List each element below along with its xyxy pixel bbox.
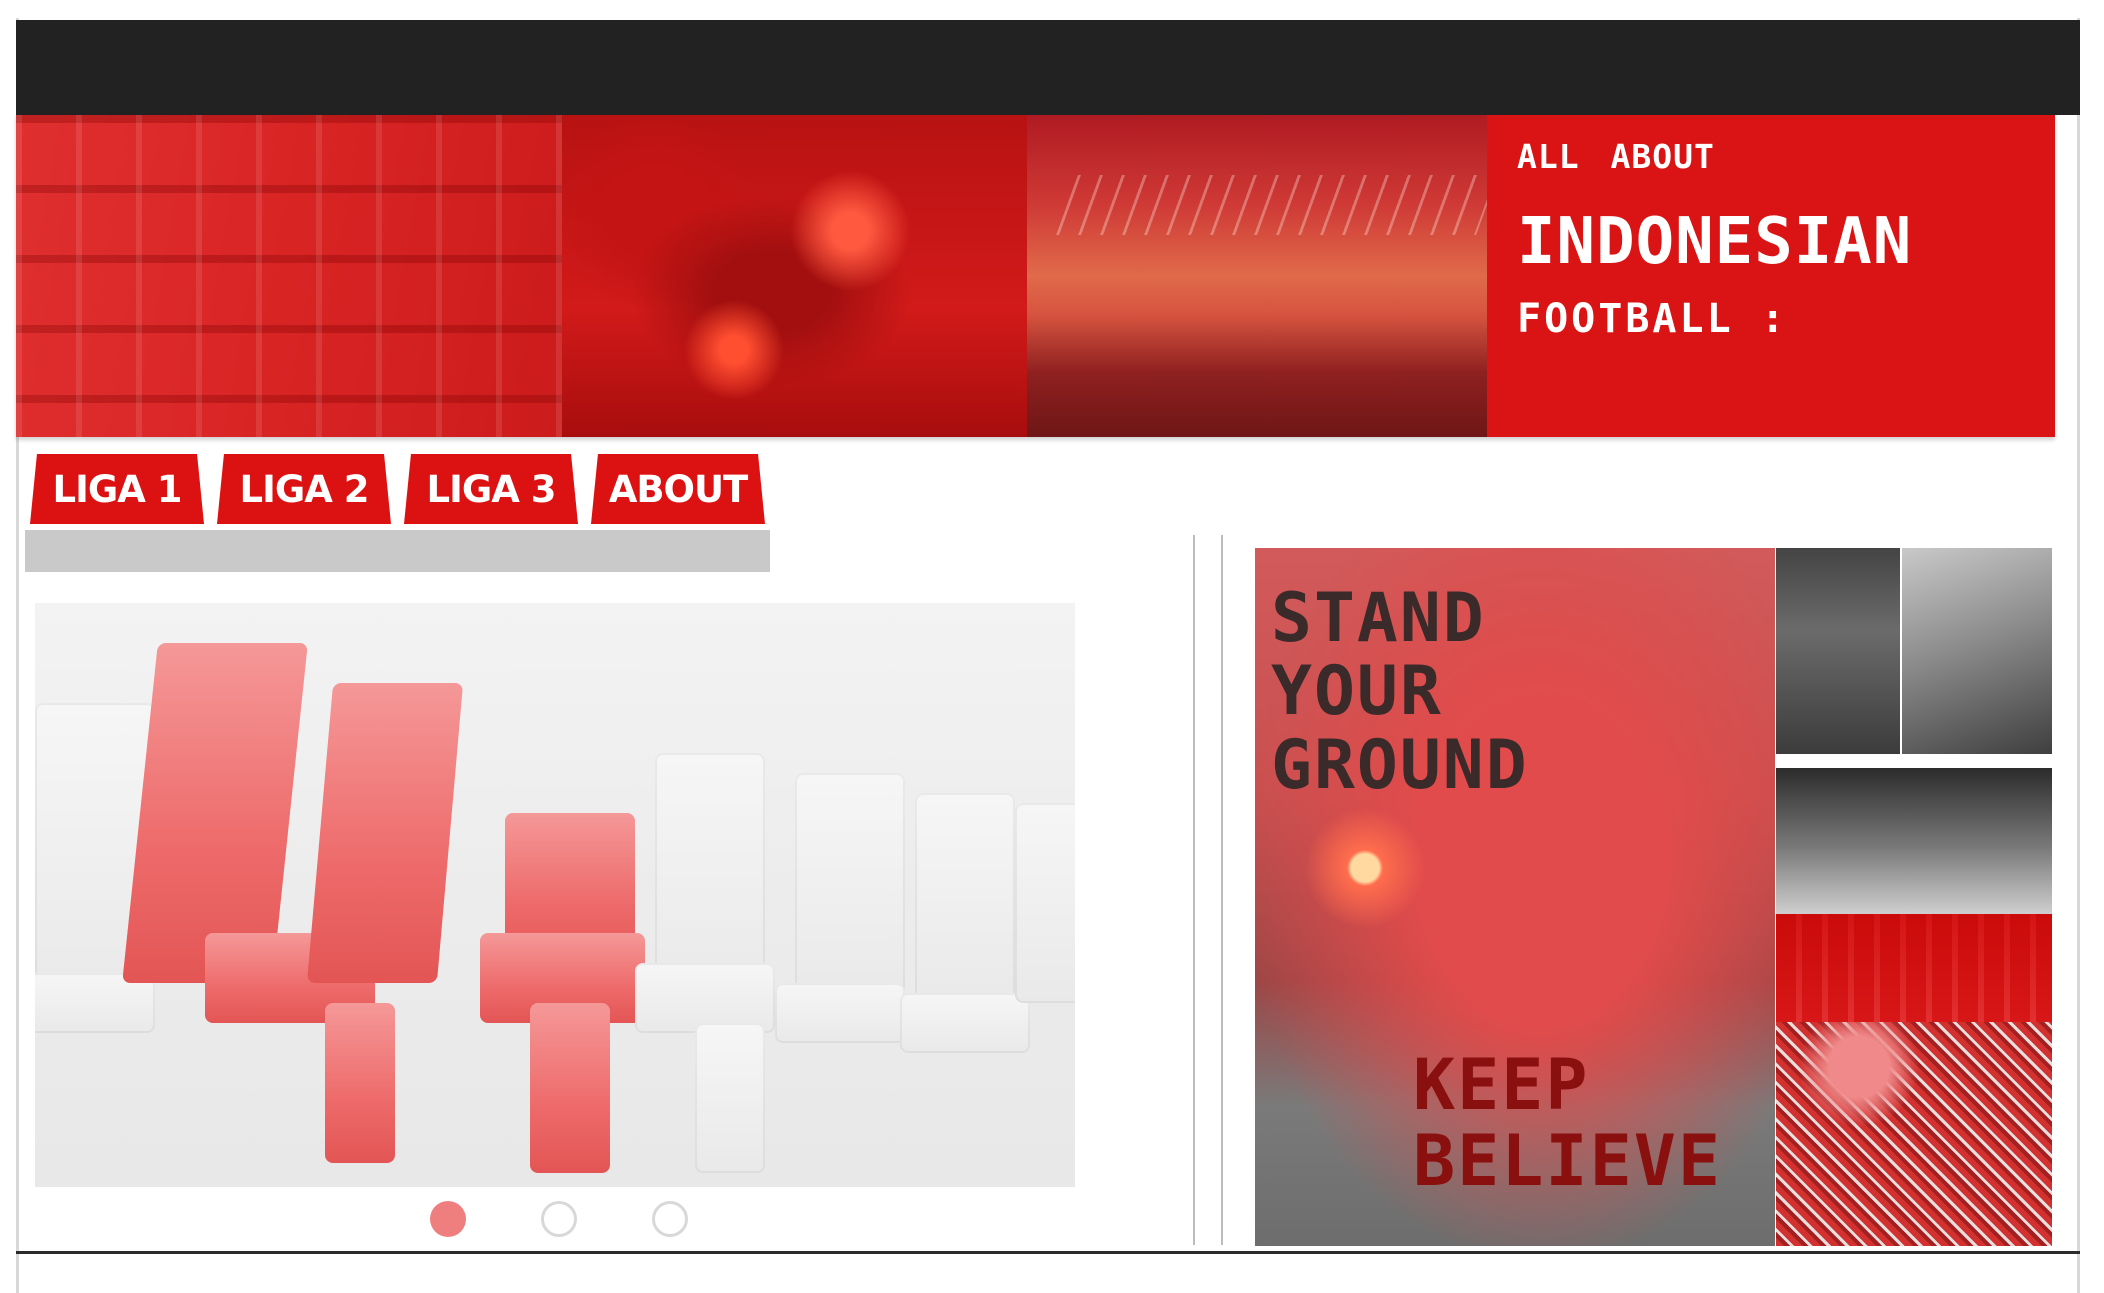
collage-photo: [1776, 914, 2052, 1022]
poster-tagline: KEEP BELIEVE: [1413, 1044, 1723, 1202]
slider-dot-1[interactable]: [430, 1201, 466, 1237]
column-divider: [1221, 535, 1223, 1245]
site-title-line-1: ALL ABOUT: [1517, 137, 1715, 176]
slider-seat-red: [306, 683, 464, 983]
photo-collage: [1776, 548, 2052, 1246]
tab-liga-1[interactable]: LIGA 1: [30, 454, 204, 524]
column-divider: [1193, 535, 1195, 1245]
tab-liga-3[interactable]: LIGA 3: [404, 454, 578, 524]
slider-seat-grey: [1015, 803, 1075, 1003]
collage-photo: [1776, 768, 2052, 914]
slider-seat-grey: [775, 983, 905, 1043]
slider-dot-2[interactable]: [541, 1201, 577, 1237]
site-title-line-2: INDONESIAN: [1517, 205, 1913, 279]
nav-underline-bar: [25, 530, 770, 572]
slider-dot-3[interactable]: [652, 1201, 688, 1237]
main-nav: LIGA 1 LIGA 2 LIGA 3 ABOUT: [30, 454, 765, 524]
slider-seat-grey: [655, 753, 765, 993]
collage-photo: [1902, 548, 2052, 754]
image-slider[interactable]: [35, 603, 1075, 1187]
slider-seat-red: [122, 643, 308, 983]
collage-photo: [1776, 548, 1900, 754]
tab-liga-2[interactable]: LIGA 2: [217, 454, 391, 524]
slider-seat-grey: [795, 773, 905, 1003]
tab-about[interactable]: ABOUT: [591, 454, 765, 524]
slider-seat-grey: [695, 1023, 765, 1173]
slider-seat-red: [325, 1003, 395, 1163]
header-photo-stadium: [1027, 115, 1487, 437]
site-header: ALL ABOUT INDONESIAN FOOTBALL :: [16, 115, 2055, 437]
poster-headline: STAND YOUR GROUND: [1271, 579, 1529, 805]
collage-photo: [1776, 1022, 2052, 1246]
header-photo-seats: [16, 115, 562, 437]
site-title: ALL ABOUT INDONESIAN FOOTBALL :: [1487, 115, 2055, 437]
slider-pagination: [430, 1201, 688, 1237]
poster-image: STAND YOUR GROUND KEEP BELIEVE: [1255, 548, 1775, 1246]
top-bar: [16, 20, 2080, 115]
slider-seat-red: [530, 1003, 610, 1173]
slider-seat-grey: [900, 993, 1030, 1053]
site-title-line-3: FOOTBALL :: [1517, 296, 1788, 342]
slider-seat-grey: [915, 793, 1015, 1003]
header-photo-crowd: [562, 115, 1027, 437]
footer-rule: [16, 1251, 2080, 1254]
